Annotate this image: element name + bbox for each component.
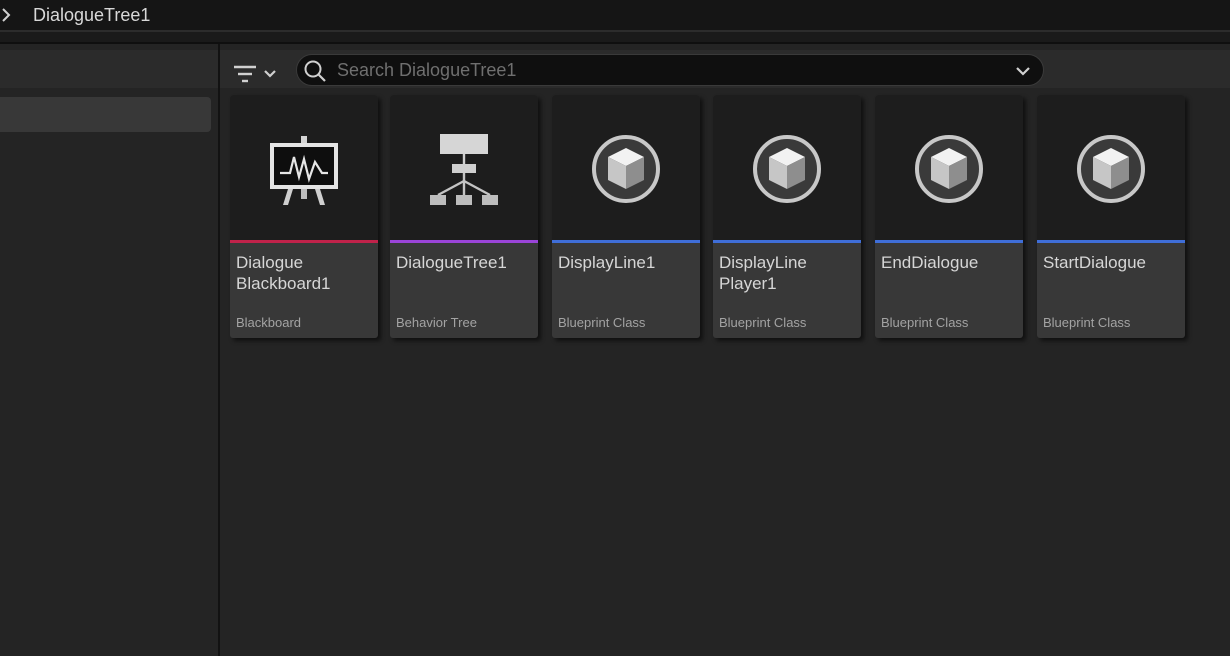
blueprint-cube-icon <box>592 135 660 203</box>
asset-name: DialogueTree1 <box>396 253 507 272</box>
asset-name: DisplayLine1 <box>558 253 656 272</box>
sources-panel <box>0 44 218 656</box>
asset-type-label: Blueprint Class <box>558 315 646 330</box>
behavior-tree-icon <box>430 134 498 205</box>
asset-type-label: Blueprint Class <box>719 315 807 330</box>
asset-type-label: Blueprint Class <box>1043 315 1131 330</box>
asset-thumbnail <box>1037 95 1185 240</box>
asset-type-color-bar <box>1037 240 1185 243</box>
asset-thumbnail <box>713 95 861 240</box>
asset-type-color-bar <box>390 240 538 243</box>
asset-thumbnail <box>875 95 1023 240</box>
blueprint-cube-icon <box>1077 135 1145 203</box>
asset-type-label: Blackboard <box>236 315 302 330</box>
content-area: Dialogue Blackboard1 Blackboard Dialogue… <box>220 44 1230 656</box>
asset-type-color-bar <box>713 240 861 243</box>
filter-icon[interactable] <box>232 60 282 86</box>
asset-tile[interactable]: Dialogue Blackboard1 Blackboard <box>230 95 378 338</box>
asset-type-label: Behavior Tree <box>396 315 477 330</box>
asset-tile[interactable]: StartDialogue Blueprint Class <box>1037 95 1185 338</box>
asset-thumbnail <box>230 95 378 240</box>
blueprint-cube-icon <box>915 135 983 203</box>
blueprint-cube-icon <box>753 135 821 203</box>
selected-folder-item[interactable] <box>0 97 211 132</box>
chevron-down-icon[interactable] <box>1015 63 1031 79</box>
search-box[interactable] <box>296 54 1044 86</box>
asset-name: Dialogue Blackboard1 <box>236 253 331 293</box>
sources-panel-header <box>0 50 218 88</box>
asset-type-label: Blueprint Class <box>881 315 969 330</box>
search-icon <box>304 60 326 82</box>
asset-thumbnail <box>552 95 700 240</box>
asset-thumbnail <box>390 95 538 240</box>
asset-type-color-bar <box>552 240 700 243</box>
asset-type-color-bar <box>875 240 1023 243</box>
breadcrumb-path[interactable]: DialogueTree1 <box>33 4 150 26</box>
asset-tile[interactable]: DisplayLine1 Blueprint Class <box>552 95 700 338</box>
asset-tile[interactable]: EndDialogue Blueprint Class <box>875 95 1023 338</box>
breadcrumb-bar: DialogueTree1 <box>0 0 1230 30</box>
asset-name: StartDialogue <box>1043 253 1147 272</box>
divider <box>0 32 1230 42</box>
asset-tile[interactable]: DisplayLine Player1 Blueprint Class <box>713 95 861 338</box>
toolbar <box>220 50 1230 88</box>
asset-name: EndDialogue <box>881 253 979 272</box>
asset-name: DisplayLine Player1 <box>719 253 807 293</box>
blackboard-icon <box>270 136 338 205</box>
asset-type-color-bar <box>230 240 378 243</box>
chevron-right-icon[interactable] <box>0 4 14 26</box>
search-input[interactable] <box>337 58 997 82</box>
asset-tile[interactable]: DialogueTree1 Behavior Tree <box>390 95 538 338</box>
